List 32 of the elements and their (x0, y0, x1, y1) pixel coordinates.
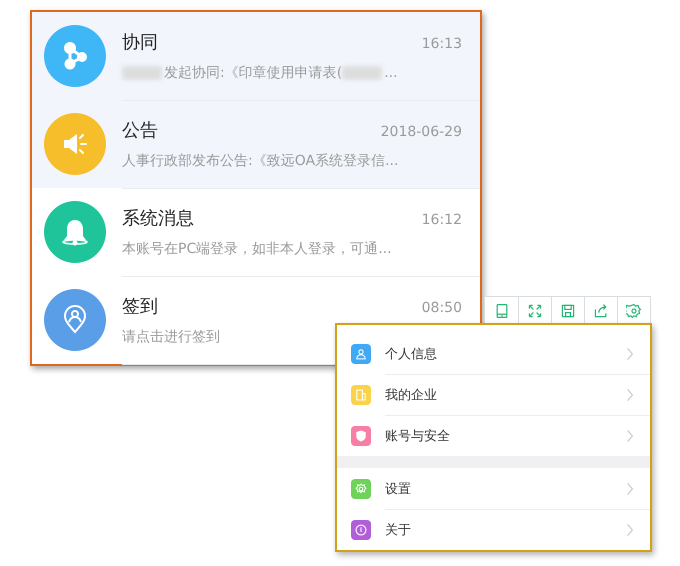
message-preview: 本账号在PC端登录，如非本人登录，可通... (122, 240, 392, 258)
chevron-icon (626, 522, 634, 536)
menu-item[interactable]: 设置 (337, 468, 650, 509)
message-title: 公告 (122, 118, 158, 142)
menu-label: 我的企业 (385, 386, 438, 404)
blurred-text (342, 66, 382, 80)
chevron-icon (626, 482, 634, 496)
blurred-text (122, 66, 162, 80)
message-title: 系统消息 (122, 206, 194, 230)
message-time: 2018-06-29 (380, 124, 462, 140)
menu-label: 设置 (385, 480, 412, 498)
message-time: 16:12 (422, 212, 462, 228)
chevron-icon (626, 346, 634, 360)
message-title: 签到 (122, 294, 158, 318)
message-time: 08:50 (422, 300, 462, 316)
menu-label: 关于 (385, 522, 412, 538)
menu-item[interactable]: 账号与安全 (337, 415, 650, 456)
chevron-icon (626, 428, 634, 442)
menu-label: 账号与安全 (385, 428, 451, 444)
message-preview: 发起协同:《印章使用申请表( (164, 64, 342, 82)
menu-item[interactable]: 我的企业 (337, 374, 650, 415)
message-time: 16:13 (422, 36, 462, 52)
message-row[interactable]: 公告 2018-06-29 人事行政部发布公告:《致远OA系统登录信... (32, 100, 480, 188)
chevron-icon (626, 388, 634, 402)
message-row[interactable]: 协同 16:13 发起协同:《印章使用申请表( ... (32, 12, 480, 100)
message-title: 协同 (122, 30, 158, 54)
menu-item[interactable]: 个人信息 (337, 333, 650, 374)
message-preview: 请点击进行签到 (122, 328, 220, 346)
message-preview: 人事行政部发布公告:《致远OA系统登录信... (122, 152, 398, 170)
message-preview: ... (384, 64, 398, 80)
menu-label: 个人信息 (385, 346, 438, 362)
menu-item[interactable]: 关于 (337, 509, 650, 550)
